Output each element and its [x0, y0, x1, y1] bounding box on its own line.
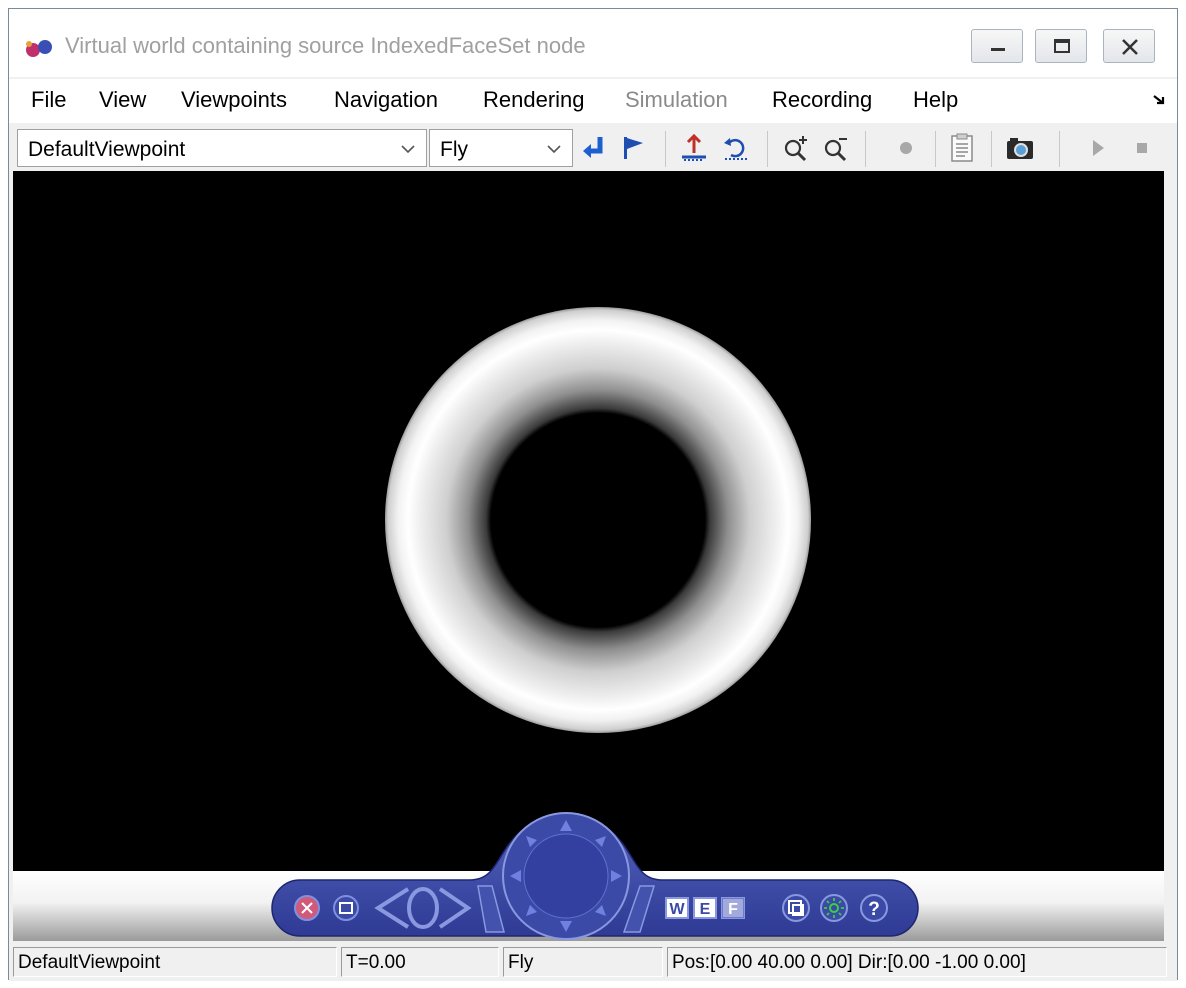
3d-viewport[interactable] — [13, 171, 1164, 871]
close-panel-icon[interactable] — [294, 895, 320, 921]
title-bar[interactable]: Virtual world containing source IndexedF… — [9, 9, 1177, 77]
toolbar-separator — [865, 131, 866, 167]
create-viewpoint-flag-icon[interactable] — [619, 133, 649, 163]
walk-mode-button[interactable]: W — [665, 897, 689, 919]
walk-mode-label: W — [669, 901, 685, 918]
menu-file[interactable]: File — [31, 87, 66, 113]
status-viewpoint-text: DefaultViewpoint — [18, 952, 161, 973]
status-time: T=0.00 — [341, 947, 499, 977]
examine-mode-button[interactable]: E — [693, 897, 717, 919]
toolbar-separator — [935, 131, 936, 167]
status-viewpoint: DefaultViewpoint — [13, 947, 337, 977]
stop-icon[interactable] — [1127, 133, 1157, 163]
minimize-icon — [991, 48, 1005, 51]
menu-simulation[interactable]: Simulation — [625, 87, 728, 113]
close-button[interactable] — [1103, 29, 1155, 63]
zoom-in-icon[interactable] — [781, 133, 811, 163]
menu-viewpoints[interactable]: Viewpoints — [181, 87, 287, 113]
help-icon[interactable]: ? — [860, 894, 888, 922]
chevron-down-icon — [547, 145, 561, 154]
examine-mode-label: E — [700, 901, 711, 918]
help-label: ? — [868, 899, 880, 920]
close-icon — [1122, 39, 1138, 55]
viewpoint-select[interactable]: DefaultViewpoint — [17, 129, 427, 167]
status-bar: DefaultViewpoint T=0.00 Fly Pos:[0.00 40… — [9, 943, 1177, 981]
compass-wheel-icon[interactable] — [502, 812, 630, 940]
maximize-icon — [1054, 39, 1070, 53]
chevron-down-icon — [401, 145, 415, 154]
toolbar-separator — [1059, 131, 1060, 167]
toolbar-overflow-arrow-icon[interactable] — [1151, 91, 1167, 107]
window-title: Virtual world containing source IndexedF… — [65, 33, 586, 58]
fly-mode-button[interactable]: F — [721, 897, 745, 919]
record-icon[interactable] — [891, 133, 921, 163]
toolbar-separator — [665, 131, 666, 167]
play-icon[interactable] — [1083, 133, 1113, 163]
return-to-viewpoint-icon[interactable] — [579, 133, 609, 163]
toolbar-separator — [767, 131, 768, 167]
fly-mode-label: F — [728, 901, 738, 918]
navigation-select-value: Fly — [440, 138, 468, 161]
minimize-panel-icon[interactable] — [333, 895, 359, 921]
status-time-text: T=0.00 — [346, 952, 406, 973]
zoom-out-icon[interactable] — [821, 133, 851, 163]
menu-view[interactable]: View — [99, 87, 146, 113]
toolbar: DefaultViewpoint Fly — [9, 123, 1177, 177]
capture-frame-icon[interactable] — [947, 133, 977, 163]
menu-help[interactable]: Help — [913, 87, 958, 113]
minimize-button[interactable] — [971, 29, 1023, 63]
status-position-text: Pos:[0.00 40.00 0.00] Dir:[0.00 -1.00 0.… — [672, 952, 1026, 973]
fullscreen-icon[interactable] — [782, 894, 810, 922]
status-mode-text: Fly — [508, 952, 534, 973]
app-icon — [26, 40, 52, 57]
menu-recording[interactable]: Recording — [772, 87, 872, 113]
undo-move-icon[interactable] — [721, 133, 751, 163]
headlight-icon[interactable] — [820, 894, 848, 922]
toolbar-separator — [991, 131, 992, 167]
navigation-method-select[interactable]: Fly — [429, 129, 573, 167]
menu-rendering[interactable]: Rendering — [483, 87, 585, 113]
menu-navigation[interactable]: Navigation — [334, 87, 438, 113]
torus-shape — [385, 307, 811, 733]
maximize-button[interactable] — [1035, 29, 1087, 63]
status-mode: Fly — [503, 947, 663, 977]
straighten-up-icon[interactable] — [679, 133, 709, 163]
menu-bar: File View Viewpoints Navigation Renderin… — [9, 79, 1177, 123]
viewpoint-select-value: DefaultViewpoint — [28, 138, 186, 161]
snapshot-camera-icon[interactable] — [1005, 133, 1035, 163]
status-position: Pos:[0.00 40.00 0.00] Dir:[0.00 -1.00 0.… — [667, 947, 1167, 977]
